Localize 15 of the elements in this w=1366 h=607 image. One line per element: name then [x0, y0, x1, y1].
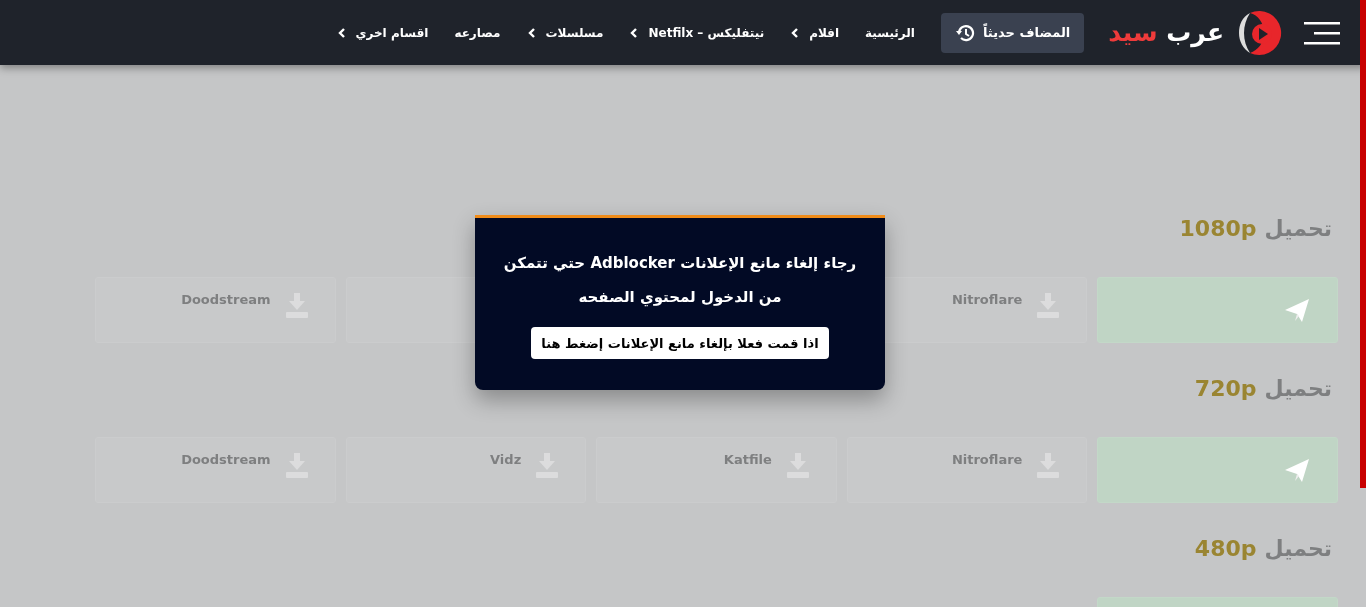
server-name: Doodstream — [181, 452, 271, 467]
site-logo[interactable]: عرب سيد — [1108, 18, 1224, 47]
server-name: Doodstream — [181, 292, 271, 307]
server-name: Nitroflare — [951, 452, 1023, 467]
nav-link[interactable]: اقسام اخري — [336, 25, 429, 40]
server-name: Nitroflare — [951, 292, 1023, 307]
nav-link[interactable]: الرئيسية — [865, 25, 915, 40]
recently-added-button[interactable]: المضاف حديثاً — [940, 12, 1085, 53]
server-name: Vidz — [490, 452, 522, 467]
nav-link[interactable]: مصارعه — [454, 25, 501, 40]
confirm-button[interactable]: اذا قمت فعلا بإلغاء مانع الإعلانات إضغط هنا — [531, 327, 829, 359]
nav-link[interactable]: مسلسلات — [526, 25, 604, 40]
nav-link[interactable]: افلام — [790, 25, 840, 40]
nav-link[interactable]: نيتفليكس – Netfilx — [629, 25, 765, 40]
server-name: Katfile — [723, 452, 772, 467]
